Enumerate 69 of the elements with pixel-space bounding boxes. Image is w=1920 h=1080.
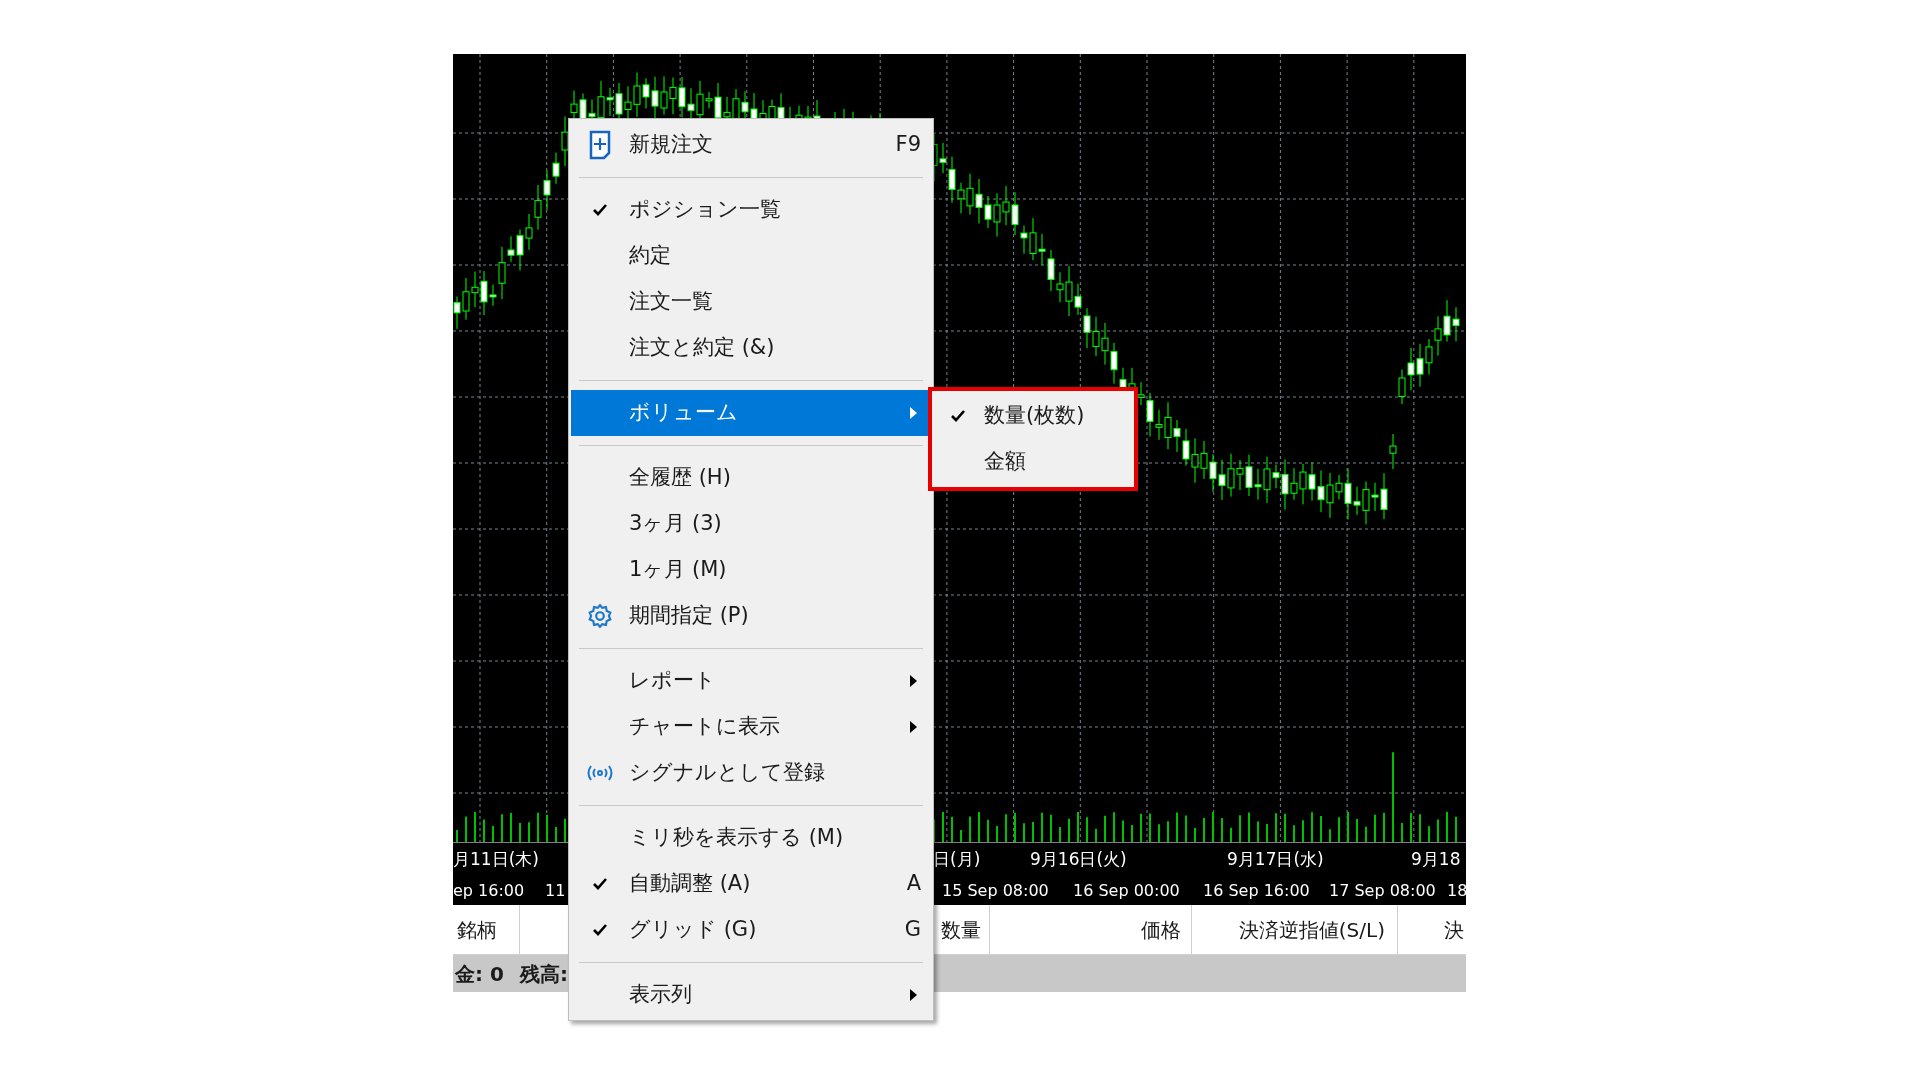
checkmark-icon (593, 924, 607, 936)
menu-item-label: ボリューム (629, 399, 738, 427)
checkmark-icon (593, 204, 607, 216)
menu-item[interactable]: 期間指定 (P) (571, 593, 931, 639)
status-text: 金: 0 (455, 960, 504, 988)
menu-item-label: 自動調整 (A) (629, 870, 751, 898)
menu-item[interactable]: チャートに表示 (571, 704, 931, 750)
menu-item-label: 約定 (629, 242, 671, 270)
menu-item-label: シグナルとして登録 (629, 759, 825, 787)
menu-item[interactable]: 自動調整 (A) A (571, 861, 931, 907)
menu-item[interactable]: ポジション一覧 (571, 187, 931, 233)
menu-item-label: 全履歴 (H) (629, 464, 731, 492)
signal-broadcast-icon (585, 764, 615, 782)
time-label: 16 Sep 16:00 (1203, 880, 1310, 902)
menu-item-label: 3ヶ月 (3) (629, 510, 722, 538)
date-label: 日(月) (933, 848, 981, 871)
shortcut-label: G (904, 916, 922, 944)
time-label: ep 16:00 (453, 880, 525, 902)
submenu-item[interactable]: 金額 (932, 439, 1134, 485)
menu-item-label: 表示列 (629, 981, 692, 1009)
submenu-arrow-icon (910, 675, 917, 687)
column-header[interactable]: 決 (1398, 905, 1466, 954)
menu-item[interactable]: 表示列 (571, 972, 931, 1018)
menu-item[interactable]: シグナルとして登録 (571, 750, 931, 796)
menu-item[interactable]: 約定 (571, 233, 931, 279)
checkmark-icon (593, 878, 607, 890)
menu-item-label: レポート (629, 667, 716, 695)
date-label: 9月18 (1411, 848, 1461, 871)
menu-item[interactable]: 1ヶ月 (M) (571, 547, 931, 593)
date-label: 月11日(木) (453, 848, 539, 871)
date-label: 9月16日(火) (1030, 848, 1127, 871)
time-label: 17 Sep 08:00 (1329, 880, 1436, 902)
shortcut-label: A (906, 870, 922, 898)
menu-item[interactable]: レポート (571, 658, 931, 704)
time-label: 15 Sep 08:00 (942, 880, 1049, 902)
menu-item-label: 新規注文 (629, 131, 713, 159)
shortcut-label: F9 (895, 131, 922, 159)
menu-item[interactable]: ミリ秒を表示する (M) (571, 815, 931, 861)
settings-icon (587, 603, 613, 629)
checkmark-icon (951, 410, 965, 422)
time-label: 18 (1447, 880, 1466, 902)
menu-item[interactable]: 注文一覧 (571, 279, 931, 325)
menu-item-label: 金額 (984, 448, 1026, 476)
submenu-item[interactable]: 数量(枚数) (932, 393, 1134, 439)
menu-item-label: 1ヶ月 (M) (629, 556, 727, 584)
submenu-arrow-icon (910, 989, 917, 1001)
menu-item-label: ミリ秒を表示する (M) (629, 824, 844, 852)
menu-item-label: チャートに表示 (629, 713, 780, 741)
menu-item-label: 期間指定 (P) (629, 602, 749, 630)
menu-item-label: グリッド (G) (629, 916, 757, 944)
menu-item[interactable]: 3ヶ月 (3) (571, 501, 931, 547)
column-header[interactable]: 価格 (990, 905, 1192, 954)
column-header[interactable]: 決済逆指値(S/L) (1192, 905, 1398, 954)
menu-item-label: ポジション一覧 (629, 196, 781, 224)
menu-item[interactable]: 新規注文 F9 (571, 122, 931, 168)
menu-item-label: 注文と約定 (&) (629, 334, 775, 362)
new-document-icon (589, 130, 611, 160)
status-text: 残高: (519, 960, 568, 988)
column-header[interactable]: 銘柄 (453, 905, 520, 954)
menu-item[interactable]: ボリューム (571, 390, 931, 436)
time-label: 16 Sep 00:00 (1073, 880, 1180, 902)
menu-item[interactable]: 注文と約定 (&) (571, 325, 931, 371)
menu-item-label: 注文一覧 (629, 288, 713, 316)
submenu-arrow-icon (910, 721, 917, 733)
menu-item[interactable]: 全履歴 (H) (571, 455, 931, 501)
submenu-arrow-icon (910, 407, 917, 419)
menu-item-label: 数量(枚数) (984, 402, 1085, 430)
date-label: 9月17日(水) (1227, 848, 1324, 871)
time-label: 11 (545, 880, 566, 902)
